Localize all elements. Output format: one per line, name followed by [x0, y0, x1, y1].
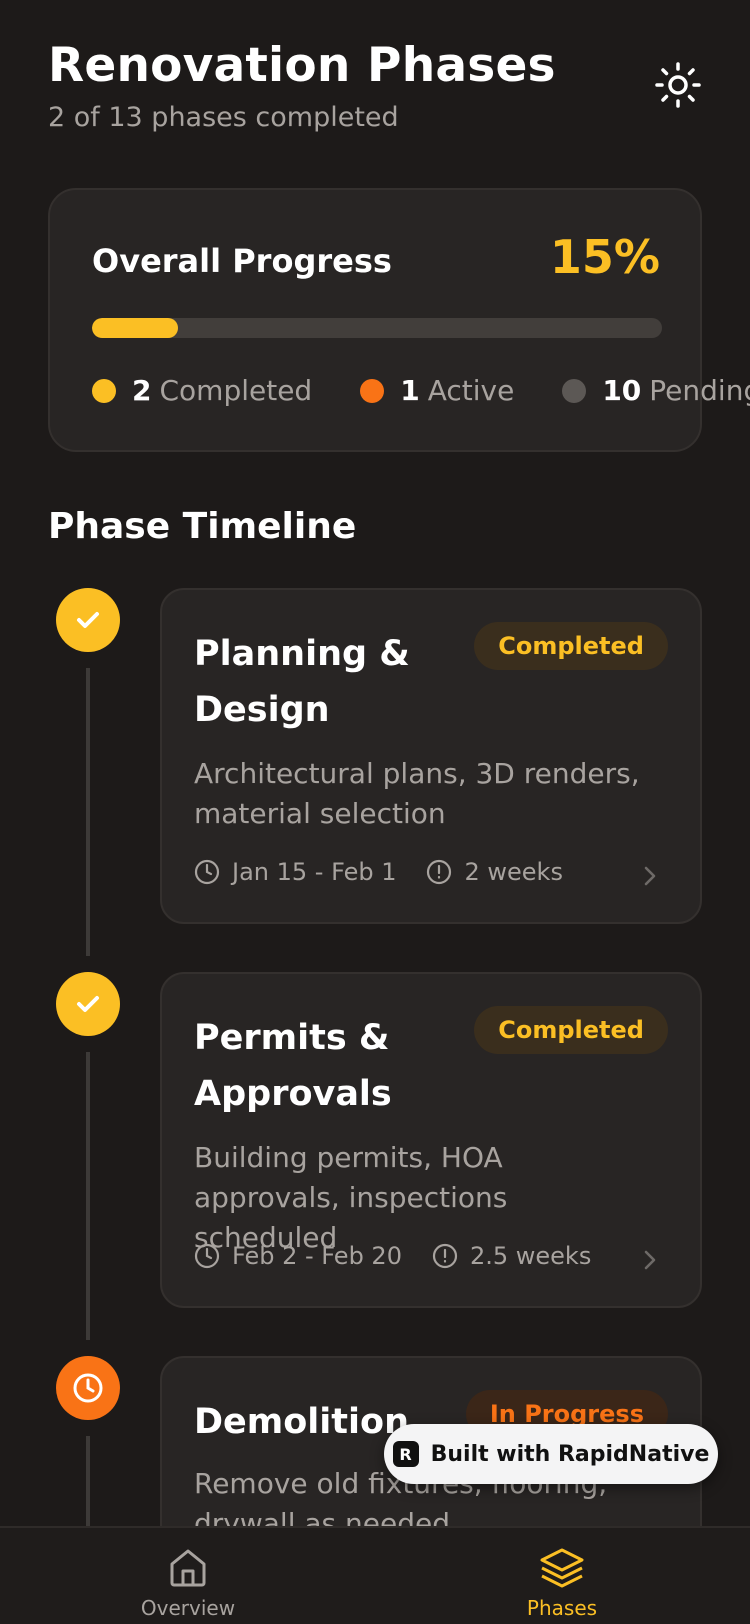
- phase-duration: 2.5 weeks: [432, 1242, 591, 1270]
- tab-overview-label: Overview: [140, 1596, 236, 1620]
- pending-dot-icon: [562, 378, 587, 403]
- bottom-nav: Overview Phases: [0, 1526, 750, 1624]
- active-dot-icon: [360, 378, 385, 403]
- timeline-node-completed: [56, 972, 120, 1036]
- phase-title: Planning & Design: [194, 634, 410, 730]
- timeline-connector: [86, 668, 90, 956]
- completed-label: Completed: [159, 374, 313, 407]
- phase-dates: Feb 2 - Feb 20: [194, 1242, 402, 1270]
- built-with-rapidnative-badge[interactable]: R Built with RapidNative: [384, 1424, 718, 1484]
- page-subtitle: 2 of 13 phases completed: [48, 102, 399, 133]
- chevron-right-icon: [644, 1250, 656, 1270]
- timeline-node-active: [56, 1356, 120, 1420]
- home-icon: [170, 1549, 206, 1587]
- layers-icon: [540, 1548, 584, 1588]
- phase-card[interactable]: Planning & Design Completed Architectura…: [160, 588, 702, 924]
- progress-legend: 2 Completed 1 Active 10 Pending: [92, 374, 750, 407]
- overall-progress-label: Overall Progress: [92, 242, 392, 280]
- clock-icon: [194, 1243, 220, 1269]
- page-title: Renovation Phases: [48, 38, 556, 93]
- timeline-connector: [86, 1436, 90, 1526]
- rapidnative-badge-text: Built with RapidNative: [430, 1441, 710, 1467]
- overall-progress-percent: 15%: [549, 230, 660, 284]
- check-icon: [77, 612, 99, 628]
- phase-duration-text: 2.5 weeks: [469, 1242, 592, 1270]
- screen: Renovation Phases 2 of 13 phases complet…: [0, 0, 750, 1624]
- timeline-title: Phase Timeline: [48, 506, 357, 547]
- progress-bar-track: [92, 318, 662, 338]
- phase-meta: Feb 2 - Feb 20 2.5 weeks: [194, 1242, 621, 1270]
- overall-progress-card: Overall Progress 15% 2 Completed 1 Activ…: [48, 188, 750, 452]
- tab-phases-label: Phases: [526, 1596, 598, 1620]
- phase-dates-text: Jan 15 - Feb 1: [232, 858, 397, 886]
- pending-label: Pending: [649, 374, 750, 407]
- completed-dot-icon: [92, 378, 116, 403]
- progress-bar-fill: [92, 318, 178, 338]
- active-count: 1: [400, 374, 420, 407]
- sun-icon: [655, 62, 701, 108]
- theme-toggle-button[interactable]: [654, 61, 702, 109]
- phase-meta: Jan 15 - Feb 1 2 weeks: [194, 858, 593, 886]
- tab-phases[interactable]: Phases: [492, 1546, 632, 1620]
- phase-description: Architectural plans, 3D renders, materia…: [194, 757, 640, 830]
- check-icon: [77, 996, 99, 1012]
- tab-overview[interactable]: Overview: [118, 1546, 258, 1620]
- phase-duration: 2 weeks: [426, 858, 563, 886]
- timeline-connector: [86, 1052, 90, 1340]
- pending-count: 10: [602, 374, 642, 407]
- timeline-node-completed: [56, 588, 120, 652]
- chevron-right-icon: [644, 866, 656, 886]
- phase-duration-text: 2 weeks: [464, 858, 563, 886]
- alert-circle-icon: [432, 1243, 458, 1269]
- phase-dates-text: Feb 2 - Feb 20: [232, 1242, 402, 1270]
- phase-card[interactable]: Permits & Approvals Completed Building p…: [160, 972, 702, 1308]
- legend-pending: 10 Pending: [562, 374, 750, 407]
- legend-completed: 2 Completed: [92, 374, 312, 407]
- phase-title: Permits & Approvals: [194, 1018, 392, 1114]
- completed-count: 2: [132, 374, 152, 407]
- active-label: Active: [427, 374, 515, 407]
- status-badge: Completed: [474, 1006, 668, 1054]
- status-badge: Completed: [474, 622, 668, 670]
- phase-dates: Jan 15 - Feb 1: [194, 858, 396, 886]
- page-header: Renovation Phases 2 of 13 phases complet…: [48, 36, 556, 140]
- phase-description: Building permits, HOA approvals, inspect…: [194, 1141, 508, 1254]
- clock-icon: [194, 859, 220, 885]
- alert-circle-icon: [427, 859, 452, 885]
- clock-icon: [73, 1373, 103, 1403]
- legend-active: 1 Active: [360, 374, 514, 407]
- rapidnative-logo-icon: R: [392, 1441, 419, 1467]
